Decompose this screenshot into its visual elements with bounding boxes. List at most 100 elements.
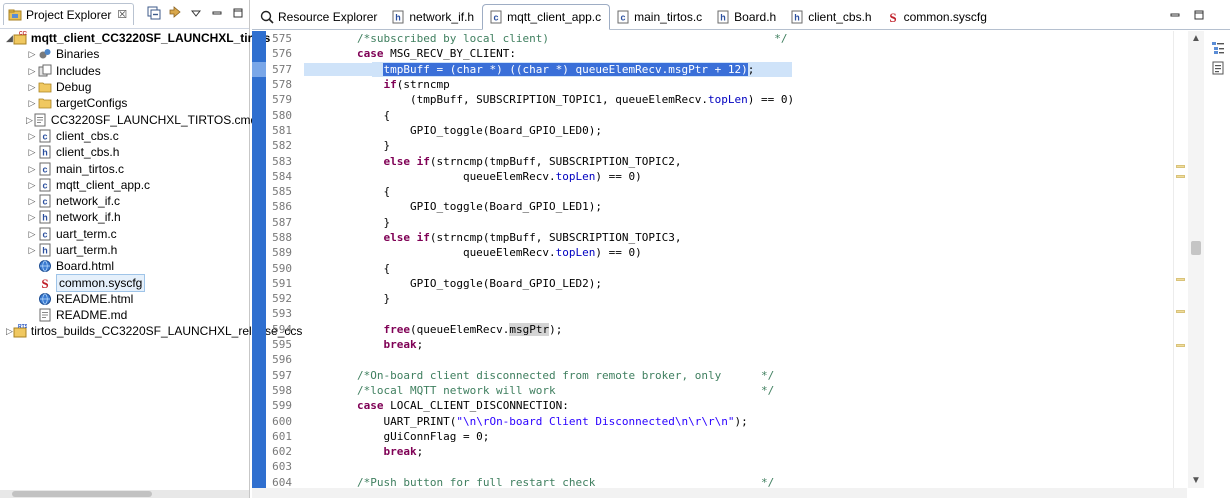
code-line[interactable]: 579 (tmpBuff, SUBSCRIPTION_TOPIC1, queue… xyxy=(252,92,1172,107)
code-line[interactable]: 592 } xyxy=(252,291,1172,306)
editor-vertical-scrollbar[interactable]: ▲ ▼ xyxy=(1188,31,1204,488)
tree-item[interactable]: Board.html xyxy=(0,258,249,274)
tree-item[interactable]: ▷ Binaries xyxy=(0,46,249,62)
scrollbar-thumb[interactable] xyxy=(1191,241,1201,255)
tree-item[interactable]: ▷ c main_tirtos.c xyxy=(0,160,249,176)
code-line[interactable]: 585 { xyxy=(252,184,1172,199)
code-line[interactable]: 583 else if(strncmp(tmpBuff, SUBSCRIPTIO… xyxy=(252,153,1172,168)
code-line[interactable]: 575 /*subscribed by local client) */ xyxy=(252,31,1172,46)
expand-arrow-icon[interactable]: ▷ xyxy=(26,128,38,144)
code-line[interactable]: 598 /*local MQTT network will work */ xyxy=(252,383,1172,398)
scroll-up-icon[interactable]: ▲ xyxy=(1191,33,1201,44)
code-line[interactable]: 603 xyxy=(252,459,1172,474)
task-list-icon[interactable] xyxy=(1210,60,1226,76)
expand-arrow-icon[interactable]: ▷ xyxy=(26,63,38,79)
code-line[interactable]: 580 { xyxy=(252,107,1172,122)
editor-tab[interactable]: c mqtt_client_app.c xyxy=(482,4,611,30)
expand-arrow-icon[interactable]: ▷ xyxy=(26,95,38,111)
scrollbar-thumb[interactable] xyxy=(12,491,152,497)
editor-tab[interactable]: Scommon.syscfg xyxy=(880,5,995,29)
view-menu-icon[interactable] xyxy=(189,6,203,20)
code-line[interactable]: 599 case LOCAL_CLIENT_DISCONNECTION: xyxy=(252,398,1172,413)
code-text: } xyxy=(296,292,390,305)
outline-icon[interactable] xyxy=(1210,40,1226,56)
code-line[interactable]: 582 } xyxy=(252,138,1172,153)
tree-item[interactable]: ▷ Debug xyxy=(0,79,249,95)
code-line[interactable]: 596 xyxy=(252,352,1172,367)
expand-arrow-icon[interactable]: ▷ xyxy=(26,177,38,193)
code-line[interactable]: 577 tmpBuff = (char *) ((char *) queueEl… xyxy=(252,61,1172,77)
maximize-icon[interactable] xyxy=(231,6,245,20)
overview-marker[interactable] xyxy=(1176,175,1185,178)
expand-arrow-icon[interactable]: ▷ xyxy=(26,226,38,242)
editor-tab[interactable]: h network_if.h xyxy=(385,5,482,29)
editor-tab[interactable]: h Board.h xyxy=(710,5,784,29)
code-line[interactable]: 584 queueElemRecv.topLen) == 0) xyxy=(252,169,1172,184)
expand-arrow-icon[interactable]: ▷ xyxy=(26,46,38,62)
expand-arrow-icon[interactable]: ▷ xyxy=(26,209,38,225)
maximize-icon[interactable] xyxy=(1192,8,1206,22)
code-line[interactable]: 604 /*Push button for full restart check… xyxy=(252,475,1172,488)
expand-arrow-icon[interactable]: ▷ xyxy=(26,161,38,177)
code-line[interactable]: 581 GPIO_toggle(Board_GPIO_LED0); xyxy=(252,123,1172,138)
code-line[interactable]: 594 free(queueElemRecv.msgPtr); xyxy=(252,322,1172,337)
link-with-editor-icon[interactable] xyxy=(168,6,182,20)
expanded-arrow-icon[interactable]: ◢ xyxy=(6,30,13,46)
code-line[interactable]: 588 else if(strncmp(tmpBuff, SUBSCRIPTIO… xyxy=(252,230,1172,245)
code-line[interactable]: 578 if(strncmp xyxy=(252,77,1172,92)
code-line[interactable]: 595 break; xyxy=(252,337,1172,352)
expand-arrow-icon[interactable]: ▷ xyxy=(26,242,38,258)
collapse-all-icon[interactable] xyxy=(147,6,161,20)
expand-arrow-icon[interactable]: ▷ xyxy=(26,79,38,95)
tree-item[interactable]: README.html xyxy=(0,291,249,307)
code-line[interactable]: 586 GPIO_toggle(Board_GPIO_LED1); xyxy=(252,199,1172,214)
minimize-icon[interactable] xyxy=(1168,8,1182,22)
tree-item[interactable]: ▷ h client_cbs.h xyxy=(0,144,249,160)
expand-arrow-icon[interactable]: ▷ xyxy=(26,193,38,209)
code-editor[interactable]: 575 /*subscribed by local client) */576 … xyxy=(252,31,1172,488)
code-line[interactable]: 600 UART_PRINT("\n\rOn-board Client Disc… xyxy=(252,413,1172,428)
overview-marker[interactable] xyxy=(1176,344,1185,347)
scroll-down-icon[interactable]: ▼ xyxy=(1191,475,1201,486)
tree-item[interactable]: ▷ CC3220SF_LAUNCHXL_TIRTOS.cmd xyxy=(0,111,257,128)
h-file-icon: h xyxy=(716,10,730,24)
tree-item[interactable]: ▷ h uart_term.h xyxy=(0,242,249,258)
overview-marker[interactable] xyxy=(1176,310,1185,313)
code-line[interactable]: 589 queueElemRecv.topLen) == 0) xyxy=(252,245,1172,260)
overview-marker[interactable] xyxy=(1176,165,1185,168)
explorer-horizontal-scrollbar[interactable] xyxy=(0,490,249,498)
tree-item[interactable]: ▷ c client_cbs.c xyxy=(0,128,249,144)
code-line[interactable]: 602 break; xyxy=(252,444,1172,459)
code-line[interactable]: 597 /*On-board client disconnected from … xyxy=(252,368,1172,383)
tree-item[interactable]: README.md xyxy=(0,307,249,323)
minimize-icon[interactable] xyxy=(210,6,224,20)
expand-arrow-icon[interactable]: ▷ xyxy=(26,112,33,128)
expand-arrow-icon[interactable]: ▷ xyxy=(6,323,13,339)
code-line[interactable]: 601 gUiConnFlag = 0; xyxy=(252,429,1172,444)
editor-tab[interactable]: h client_cbs.h xyxy=(784,5,879,29)
code-line[interactable]: 587 } xyxy=(252,215,1172,230)
code-line[interactable]: 593 xyxy=(252,306,1172,321)
code-line[interactable]: 576 case MSG_RECV_BY_CLIENT: xyxy=(252,46,1172,61)
tree-item[interactable]: ▷ c mqtt_client_app.c xyxy=(0,177,249,193)
tree-item[interactable]: ▷ c uart_term.c xyxy=(0,226,249,242)
code-line[interactable]: 591 GPIO_toggle(Board_GPIO_LED2); xyxy=(252,276,1172,291)
tree-item[interactable]: Scommon.syscfg xyxy=(0,273,249,292)
overview-marker[interactable] xyxy=(1176,278,1185,281)
editor-tab[interactable]: Resource Explorer xyxy=(254,5,385,29)
editor-tab[interactable]: c main_tirtos.c xyxy=(610,5,710,29)
tab-project-explorer[interactable]: Project Explorer ☒ xyxy=(3,3,135,25)
tree-item[interactable]: ▷ Includes xyxy=(0,63,249,79)
code-line[interactable]: 590 { xyxy=(252,260,1172,275)
expand-arrow-icon[interactable]: ▷ xyxy=(26,144,38,160)
close-icon[interactable]: ☒ xyxy=(117,8,127,21)
tree-item[interactable]: ▷ h network_if.h xyxy=(0,209,249,225)
tree-item[interactable]: ▷RTSCtirtos_builds_CC3220SF_LAUNCHXL_rel… xyxy=(0,323,302,339)
tree-item[interactable]: ◢ CCSmqtt_client_CC3220SF_LAUNCHXL_tirtos xyxy=(0,30,270,46)
tree-item[interactable]: ▷ c network_if.c xyxy=(0,193,249,209)
editor-horizontal-scrollbar[interactable] xyxy=(252,488,1187,498)
tree-item[interactable]: ▷ targetConfigs xyxy=(0,95,249,111)
overview-ruler[interactable] xyxy=(1173,31,1187,488)
